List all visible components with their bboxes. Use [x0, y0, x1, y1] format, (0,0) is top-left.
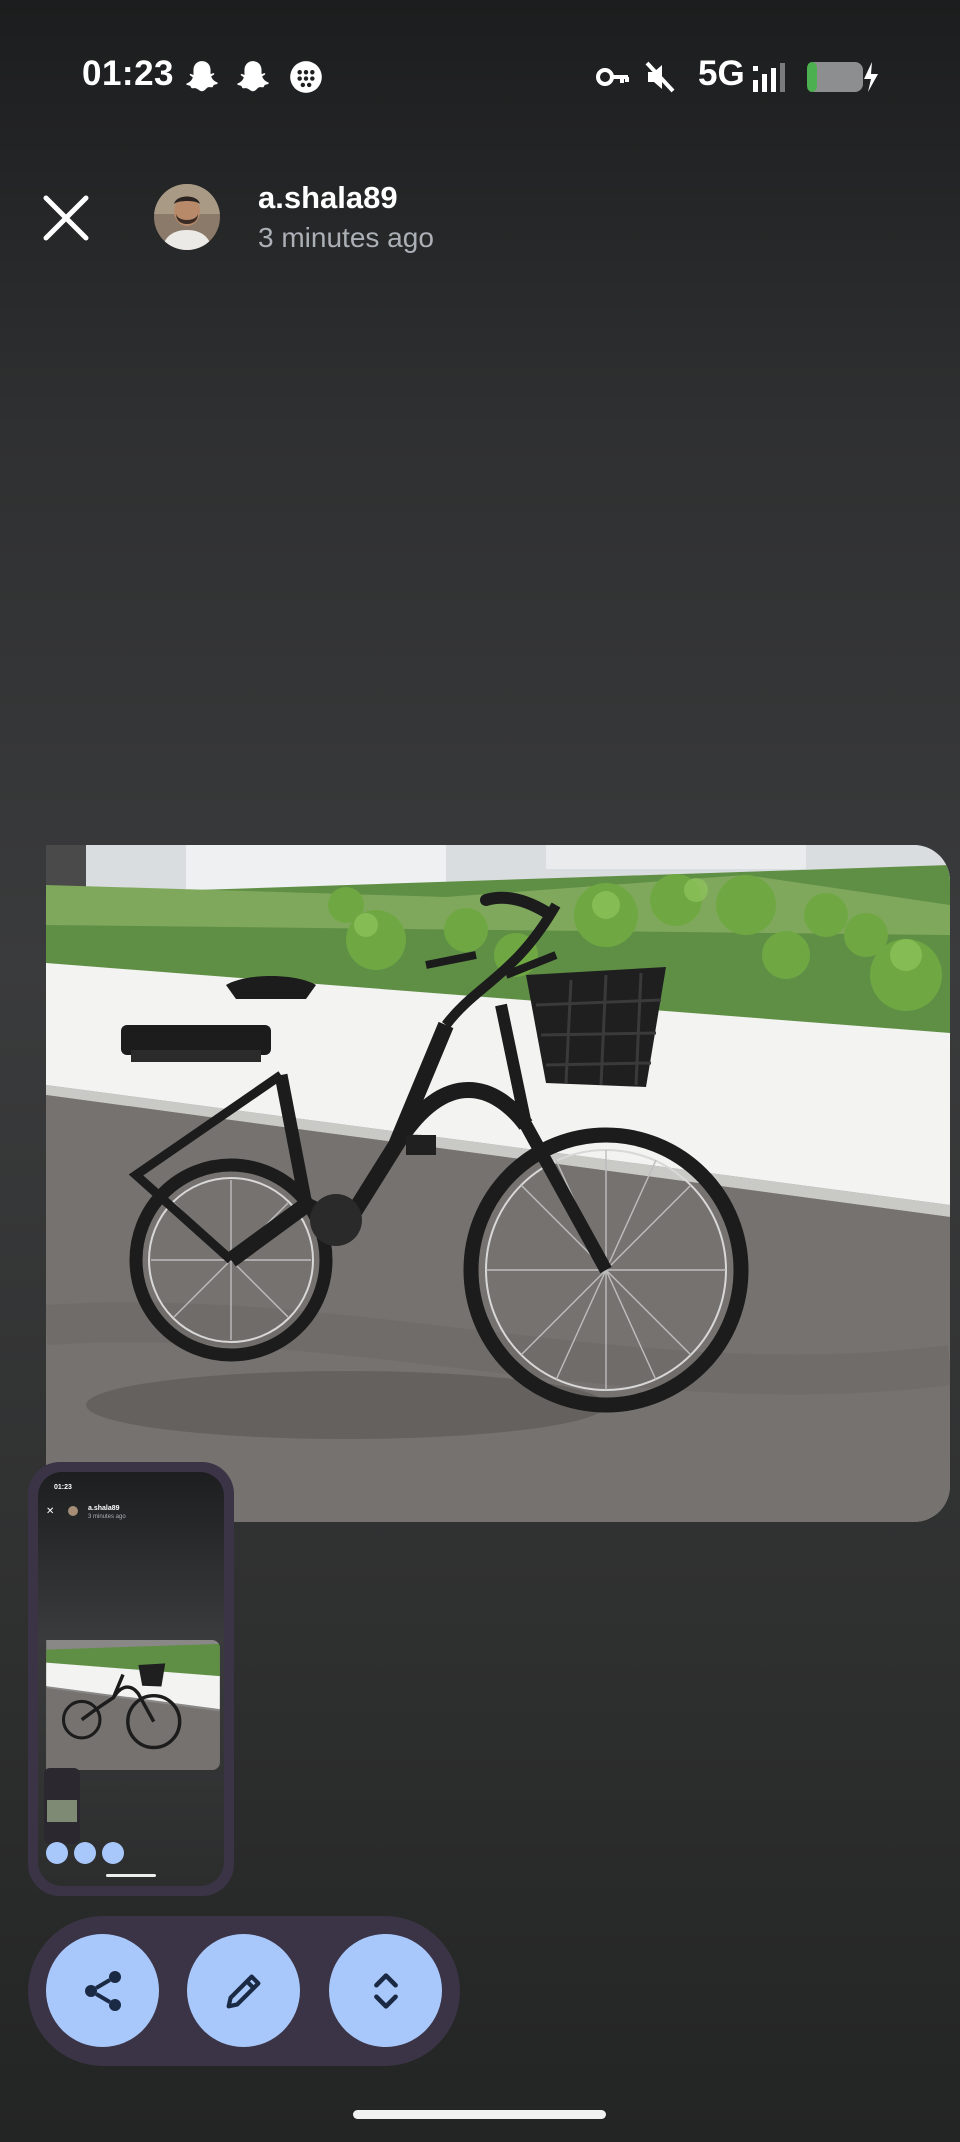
- edit-button[interactable]: [187, 1934, 300, 2047]
- thumb-expand-button: [102, 1842, 124, 1864]
- battery-charging-icon: [807, 62, 878, 92]
- volume-muted-icon: [645, 61, 675, 93]
- thumb-avatar: [68, 1506, 78, 1516]
- thumb-nested-thumbnail: [44, 1768, 80, 1844]
- unfold-icon: [373, 1972, 398, 2009]
- close-icon: [43, 195, 89, 241]
- close-button[interactable]: [38, 190, 94, 246]
- status-time: 01:23: [82, 54, 175, 93]
- shared-photo-bicycle[interactable]: [46, 845, 950, 1522]
- avatar[interactable]: [154, 184, 220, 250]
- status-bar: 01:23 5G: [0, 0, 960, 150]
- thumb-close-icon: ✕: [46, 1506, 55, 1517]
- share-icon: [84, 1970, 121, 2011]
- thumb-timestamp: 3 minutes ago: [88, 1514, 126, 1520]
- expand-button[interactable]: [329, 1934, 442, 2047]
- signal-icon: [753, 63, 785, 92]
- pencil-icon: [226, 1974, 260, 2008]
- snapchat-ghost-icon: [237, 61, 269, 92]
- messages-icon: [290, 61, 322, 93]
- post-timestamp: 3 minutes ago: [258, 222, 434, 253]
- thumb-username: a.shala89: [88, 1505, 120, 1512]
- thumb-time: 01:23: [54, 1484, 72, 1491]
- screenshot-thumbnail[interactable]: 01:23 ✕ a.shala89 3 minutes ago: [28, 1462, 234, 1896]
- thumb-share-button: [46, 1842, 68, 1864]
- home-indicator[interactable]: [353, 2110, 606, 2119]
- thumb-photo: [46, 1640, 220, 1770]
- vpn-key-icon: [596, 68, 629, 86]
- thumbnail-preview: 01:23 ✕ a.shala89 3 minutes ago: [38, 1472, 224, 1886]
- snapchat-ghost-icon: [186, 61, 218, 92]
- thumb-home-indicator: [106, 1874, 156, 1877]
- thumb-edit-button: [74, 1842, 96, 1864]
- username[interactable]: a.shala89: [258, 180, 398, 216]
- network-type: 5G: [698, 54, 745, 93]
- share-button[interactable]: [46, 1934, 159, 2047]
- screenshot-action-bar: [28, 1916, 460, 2066]
